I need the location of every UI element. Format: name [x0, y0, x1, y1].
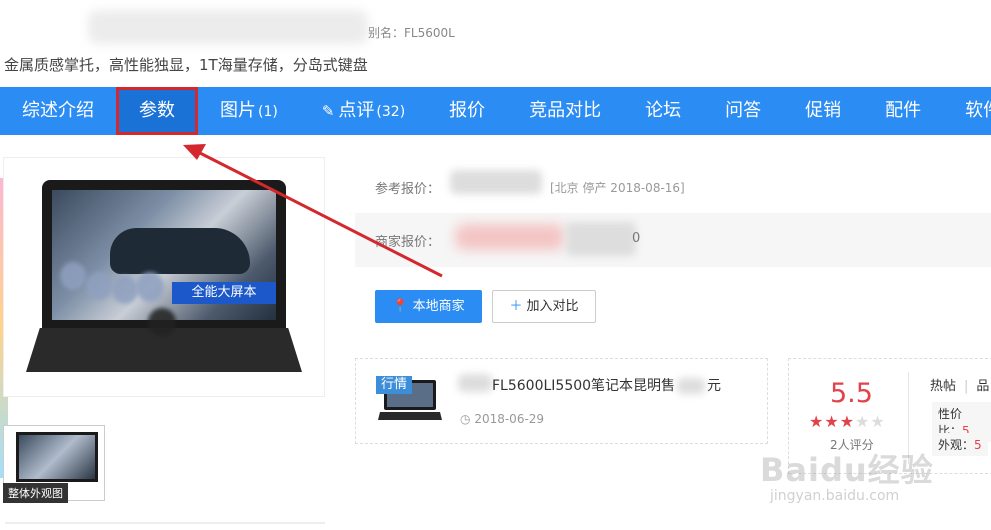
news-tag: 行情 — [376, 376, 413, 394]
tab-qa-label: 问答 — [725, 100, 762, 121]
tab-price-label: 报价 — [449, 100, 486, 121]
thumbnail-laptop-image — [16, 432, 98, 482]
blurred-product-title — [88, 10, 368, 44]
tab-overview[interactable]: 综述介绍 — [0, 87, 116, 135]
product-alias: 别名：FL5600L — [368, 26, 455, 40]
blur-blob — [86, 272, 112, 300]
tab-specs[interactable]: 参数 — [116, 87, 198, 135]
tab-accessories-label: 配件 — [885, 100, 922, 121]
tab-promotions[interactable]: 促销 — [783, 87, 863, 135]
tab-promotions-label: 促销 — [805, 100, 842, 121]
tab-pictures-label: 图片 — [220, 100, 256, 121]
thumbnail-label: 整体外观图 — [3, 483, 68, 503]
tab-forum-label: 论坛 — [645, 100, 682, 121]
tab-compare-label: 竞品对比 — [529, 100, 602, 121]
blurred-dealer-price — [455, 224, 565, 250]
tab-software-label: 软件 — [965, 100, 991, 121]
baidu-watermark: Baidu经验 — [760, 451, 934, 489]
local-dealer-button[interactable]: 📍 本地商家 — [375, 290, 482, 323]
tab-reviews[interactable]: ✎ 点评 (32) — [300, 87, 427, 135]
add-compare-button[interactable]: ＋加入对比 — [492, 290, 596, 323]
tab-overview-label: 综述介绍 — [22, 100, 94, 121]
blurred-reference-price — [450, 170, 542, 194]
tab-pictures[interactable]: 图片 (1) — [198, 87, 300, 135]
clock-icon: ◷ — [460, 412, 471, 426]
tab-qa[interactable]: 问答 — [703, 87, 783, 135]
blur-blob — [112, 276, 138, 304]
rating-stars-icon: ★★★★★ — [809, 412, 886, 431]
appearance-score-label: 外观： — [938, 438, 975, 452]
blur-blob — [60, 262, 86, 290]
tab-accessories[interactable]: 配件 — [863, 87, 943, 135]
hot-posts-label: 热帖 — [930, 379, 957, 394]
news-title-text: FL5600LI5500笔记本昆明售 — [492, 378, 676, 394]
tab-software[interactable]: 软件 — [943, 87, 991, 135]
appearance-score-badge: 外观：5 — [932, 433, 988, 456]
reference-price-label: 参考报价： — [375, 182, 441, 197]
reference-price-note: [北京 停产 2018-08-16] — [550, 181, 685, 195]
blurred-dealer-price-end — [566, 222, 636, 256]
tab-forum[interactable]: 论坛 — [623, 87, 703, 135]
hot-posts-next-tab: 品 — [976, 379, 990, 394]
tab-price[interactable]: 报价 — [427, 87, 507, 135]
baidu-watermark-url: jingyan.baidu.com — [770, 488, 900, 504]
add-compare-label: 加入对比 — [526, 299, 579, 314]
tab-compare[interactable]: 竞品对比 — [507, 87, 623, 135]
news-title[interactable]: FL5600LI5500笔记本昆明售 元 — [492, 375, 721, 395]
divider — [5, 522, 325, 524]
appearance-score-value: 5 — [974, 438, 982, 452]
screen-banner: 全能大屏本 — [172, 282, 276, 304]
dealer-price-row — [355, 213, 991, 267]
product-subtitle: 金属质感掌托，高性能独显，1T海量存储，分岛式键盘 — [4, 56, 368, 74]
local-dealer-label: 本地商家 — [412, 299, 465, 314]
blur-blob — [148, 308, 176, 336]
tab-reviews-count: (32) — [376, 104, 406, 120]
blurred-news-price — [677, 378, 706, 394]
pencil-icon: ✎ — [321, 102, 335, 120]
plus-icon: ＋ — [509, 299, 523, 314]
tab-specs-label: 参数 — [139, 100, 175, 121]
product-nav-bar: 综述介绍 参数 图片 (1) ✎ 点评 (32) 报价 竞品对比 论坛 问答 促销 配… — [0, 87, 991, 135]
news-date-text: 2018-06-29 — [474, 412, 545, 426]
blur-blob — [136, 272, 164, 302]
dealer-price-label: 商家报价： — [375, 235, 441, 250]
hot-posts-tab[interactable]: 热帖 | 品 — [930, 375, 989, 394]
tab-reviews-label: 点评 — [338, 100, 375, 121]
location-pin-icon: 📍 — [392, 299, 409, 314]
tab-pictures-count: (1) — [258, 104, 278, 120]
news-date: ◷ 2018-06-29 — [460, 412, 544, 426]
blurred-news-prefix — [458, 374, 492, 392]
rating-score: 5.5 — [830, 378, 873, 409]
news-title-suffix: 元 — [707, 378, 722, 394]
car-graphic — [110, 228, 250, 274]
dealer-price-suffix: 0 — [632, 231, 641, 246]
